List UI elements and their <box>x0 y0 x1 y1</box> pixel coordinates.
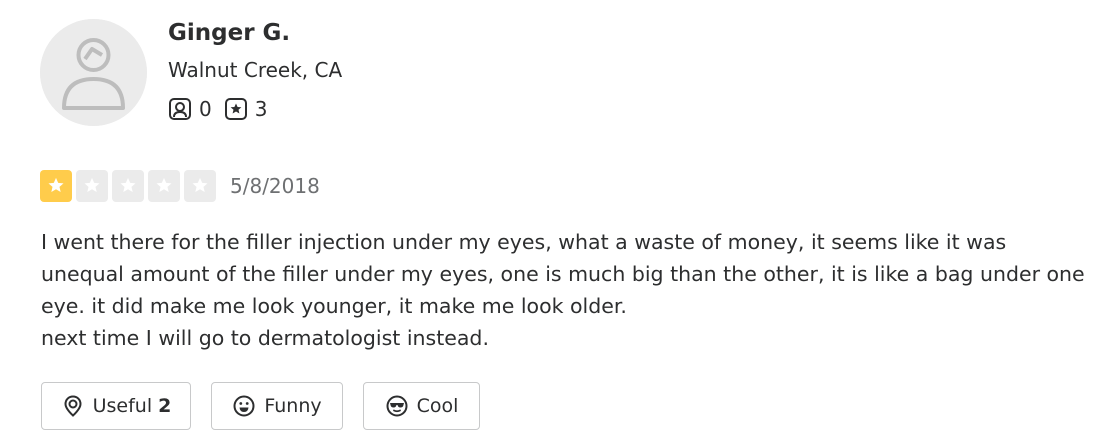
star-icon <box>48 177 64 193</box>
review-actions: Useful 2 Funny Cool <box>41 382 500 430</box>
review-paragraph: next time I will go to dermatologist ins… <box>41 326 489 350</box>
sunglasses-icon <box>386 395 408 417</box>
user-name[interactable]: Ginger G. <box>168 20 290 46</box>
useful-button[interactable]: Useful 2 <box>41 382 191 430</box>
cool-label: Cool <box>416 395 459 417</box>
default-user-icon <box>40 19 147 126</box>
cool-button[interactable]: Cool <box>363 382 480 430</box>
reviews-count: 3 <box>254 97 268 121</box>
funny-button[interactable]: Funny <box>211 382 343 430</box>
user-stats: 0 3 <box>168 97 279 121</box>
smiley-icon <box>233 395 255 417</box>
star-icon <box>120 177 136 193</box>
useful-label: Useful <box>92 395 153 417</box>
friends-stat: 0 <box>168 97 212 121</box>
star-filled <box>40 170 72 202</box>
funny-label: Funny <box>264 395 322 417</box>
friends-count: 0 <box>199 97 212 121</box>
review-star-icon <box>224 98 247 120</box>
rating-row: 5/8/2018 <box>40 170 320 202</box>
star-icon <box>84 177 100 193</box>
review-text: I went there for the filler injection un… <box>41 226 1091 354</box>
review-paragraph: I went there for the filler injection un… <box>41 230 1085 318</box>
star-empty <box>148 170 180 202</box>
review-date: 5/8/2018 <box>230 174 320 198</box>
useful-count: 2 <box>158 395 172 417</box>
avatar[interactable] <box>40 19 147 126</box>
friends-icon <box>169 98 191 120</box>
star-empty <box>184 170 216 202</box>
star-icon <box>192 177 208 193</box>
star-rating <box>40 170 220 202</box>
star-icon <box>156 177 172 193</box>
lightbulb-icon <box>64 395 82 417</box>
user-location: Walnut Creek, CA <box>168 58 343 82</box>
star-empty <box>112 170 144 202</box>
reviews-stat: 3 <box>224 97 268 121</box>
star-empty <box>76 170 108 202</box>
